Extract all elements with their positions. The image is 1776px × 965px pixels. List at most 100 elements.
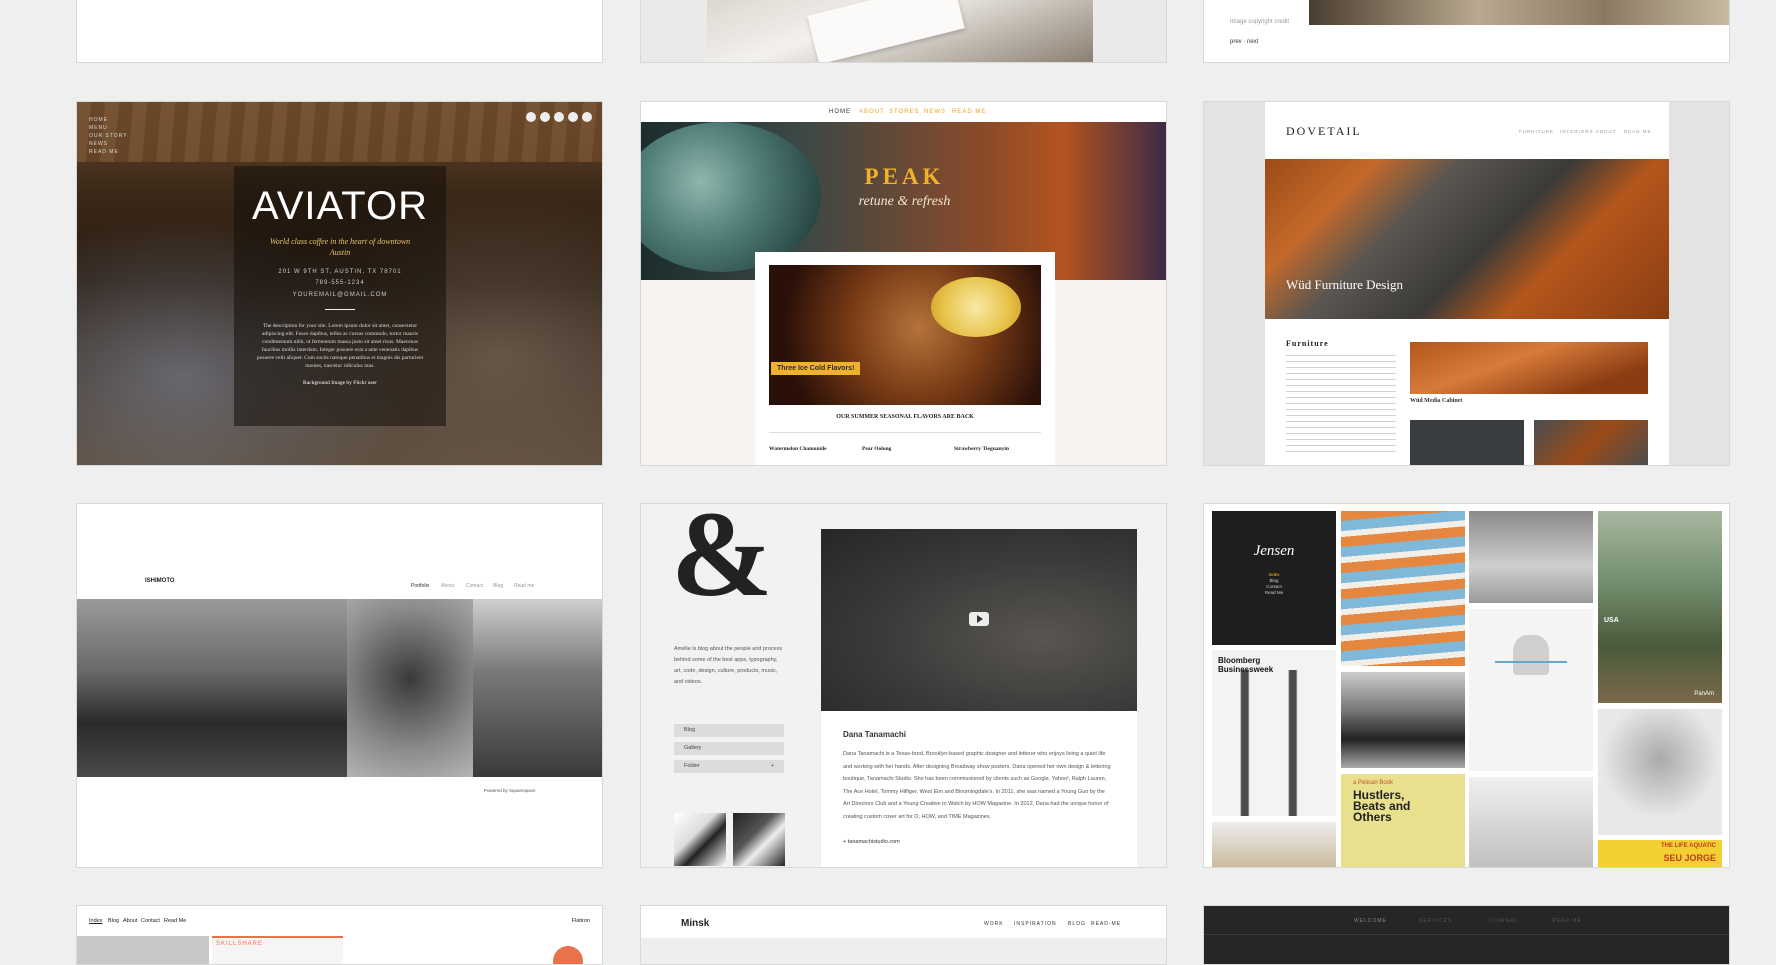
dark-nav-welcome[interactable]: WELCOME (1354, 918, 1387, 924)
ishimoto-logo[interactable]: ISHIMOTO (145, 578, 175, 584)
flatiron-nav-read-me[interactable]: Read Me (164, 918, 186, 924)
minsk-nav-work[interactable]: WORK (984, 921, 1004, 927)
tile-waves[interactable] (1341, 511, 1465, 666)
dovetail-nav-interiors[interactable]: INTERIORS (1560, 129, 1594, 134)
peak-nav-read-me[interactable]: READ ME (952, 109, 986, 115)
template-card-top-right[interactable]: Image copyright credit prev · next (1203, 0, 1730, 63)
ishimoto-nav-blog[interactable]: Blog (493, 583, 503, 589)
lorem-lines (1286, 355, 1396, 455)
nav-our-story[interactable]: OUR STORY (89, 132, 128, 140)
flatiron-nav-contact[interactable]: Contact (141, 918, 160, 924)
tile-vintage-car[interactable] (1341, 672, 1465, 768)
tile-portrait[interactable] (1598, 709, 1722, 835)
flickr-icon[interactable] (568, 112, 578, 122)
jensen-menu-read-me[interactable]: Read Me (1212, 590, 1336, 596)
post-title[interactable]: Dana Tanamachi (843, 730, 906, 739)
aviator-nav: HOME MENU OUR STORY NEWS READ ME (89, 116, 128, 156)
image-copyright-text: Image copyright credit (1230, 19, 1290, 25)
crowd-photo (77, 599, 347, 777)
unicorn-rule (1495, 661, 1567, 663)
dovetail-nav-furniture[interactable]: FURNITURE (1519, 129, 1554, 134)
facebook-icon[interactable] (526, 112, 536, 122)
tile-unicorn[interactable] (1469, 609, 1593, 771)
aviator-credit[interactable]: Background Image by Flickr user (234, 380, 446, 386)
template-card-top-center[interactable] (640, 0, 1167, 63)
ishimoto-nav-read-me[interactable]: Read me (514, 583, 534, 589)
tile-usa-label: USA (1604, 617, 1619, 624)
template-card-minsk[interactable]: Minsk WORK INSPIRATION BLOG READ-ME (640, 905, 1167, 965)
dark-nav-services[interactable]: SERVICES (1419, 918, 1452, 924)
minsk-logo[interactable]: Minsk (681, 918, 709, 929)
thumbnail-book[interactable] (674, 813, 726, 866)
peak-heading: OUR SUMMER SEASONAL FLAVORS ARE BACK (836, 414, 974, 420)
nav-read-me[interactable]: READ ME (89, 148, 128, 156)
menu-gallery-label: Gallery (684, 745, 702, 751)
dovetail-logo[interactable]: DOVETAIL (1286, 124, 1362, 139)
flavor-strawberry: Strawberry Tieguanyin (954, 446, 1009, 452)
tile-businessweek[interactable]: Bloomberg Businessweek (1212, 650, 1336, 816)
tile-life-aquatic-label: THE LIFE AQUATIC (1661, 843, 1716, 849)
flatiron-brand[interactable]: Flatiron (572, 918, 590, 924)
aviator-email[interactable]: YOUREMAIL@GMAIL.COM (234, 292, 446, 298)
pinterest-icon[interactable] (582, 112, 592, 122)
tile-seu-jorge-label: SEU JORGE (1663, 853, 1716, 863)
template-card-amelie[interactable]: & Amélie is blog about the people and pr… (640, 503, 1167, 868)
menu-folder[interactable]: Folder + (674, 760, 784, 773)
twitter-icon[interactable] (540, 112, 550, 122)
dark-divider (1204, 934, 1729, 935)
minsk-nav-inspiration[interactable]: INSPIRATION (1014, 921, 1057, 927)
dovetail-caption: Wüd Media Cabinet (1410, 398, 1463, 404)
post-link[interactable]: + tanamachistudio.com (843, 839, 900, 845)
instagram-icon[interactable] (554, 112, 564, 122)
tile-field[interactable] (1469, 777, 1593, 867)
ampersand-logo[interactable]: & (671, 504, 773, 616)
thumbnail-card[interactable] (733, 813, 785, 866)
peak-nav-home[interactable]: HOME (829, 109, 851, 115)
play-icon[interactable] (969, 612, 989, 626)
tile-birds[interactable] (1469, 511, 1593, 603)
template-card-peak[interactable]: HOME ABOUT STORES NEWS READ ME PEAK retu… (640, 101, 1167, 466)
template-card-dark[interactable]: WELCOME SERVICES JOURNAL READ ME (1203, 905, 1730, 965)
flavor-pear: Pear Oolong (862, 446, 892, 452)
prev-next-link[interactable]: prev · next (1230, 39, 1258, 45)
tile-usa[interactable]: USA PanAm (1598, 511, 1722, 703)
peak-title: PEAK (864, 164, 945, 189)
dovetail-nav-read-me[interactable]: READ ME (1624, 129, 1652, 134)
template-card-ishimoto[interactable]: ISHIMOTO Portfolio About Contact Blog Re… (76, 503, 603, 868)
tile-pelican-book[interactable]: a Pelican Book Hustlers, Beats and Other… (1341, 774, 1465, 867)
tile-life-aquatic[interactable]: THE LIFE AQUATIC SEU JORGE (1598, 840, 1722, 867)
tile-panam-label: PanAm (1694, 691, 1714, 697)
social-icons (526, 112, 592, 122)
nav-news[interactable]: NEWS (89, 140, 128, 148)
flatiron-nav-about[interactable]: About (123, 918, 137, 924)
flatiron-nav-index[interactable]: Index (89, 918, 102, 924)
flatiron-nav-blog[interactable]: Blog (108, 918, 119, 924)
dovetail-nav-about[interactable]: ABOUT (1596, 129, 1617, 134)
tile-stools[interactable] (1212, 822, 1336, 867)
jensen-title[interactable]: Jensen (1212, 543, 1336, 560)
ishimoto-nav-contact[interactable]: Contact (466, 583, 483, 589)
unicorn-figure (1513, 635, 1549, 675)
menu-gallery[interactable]: Gallery (674, 742, 784, 755)
folder-plus-icon: + (770, 763, 774, 769)
wood-hero (1265, 159, 1669, 319)
peak-nav-news[interactable]: NEWS (924, 109, 946, 115)
template-card-dovetail[interactable]: DOVETAIL FURNITURE INTERIORS ABOUT READ … (1203, 101, 1730, 466)
template-card-flatiron[interactable]: Index Blog About Contact Read Me Flatiro… (76, 905, 603, 965)
ishimoto-nav-about[interactable]: About (441, 583, 454, 589)
skillshare-label: SKILLSHARE (216, 941, 264, 947)
template-card-jensen[interactable]: Jensen Index Blog Contact Read Me a Peli… (1203, 503, 1730, 868)
minsk-nav-read-me[interactable]: READ-ME (1091, 921, 1121, 927)
template-card-aviator[interactable]: HOME MENU OUR STORY NEWS READ ME AVIATOR… (76, 101, 603, 466)
nav-home[interactable]: HOME (89, 116, 128, 124)
peak-nav-about[interactable]: ABOUT (859, 109, 885, 115)
post-body: Dana Tanamachi is a Texas-bred, Brooklyn… (843, 751, 1111, 820)
menu-blog[interactable]: Blog (674, 724, 784, 737)
ishimoto-nav-portfolio[interactable]: Portfolio (411, 583, 429, 589)
dark-nav-journal[interactable]: JOURNAL (1488, 918, 1518, 924)
minsk-nav-blog[interactable]: BLOG (1068, 921, 1086, 927)
dark-nav-read-me[interactable]: READ ME (1552, 918, 1582, 924)
peak-nav-stores[interactable]: STORES (889, 109, 920, 115)
template-card-top-left[interactable] (76, 0, 603, 63)
nav-menu[interactable]: MENU (89, 124, 128, 132)
